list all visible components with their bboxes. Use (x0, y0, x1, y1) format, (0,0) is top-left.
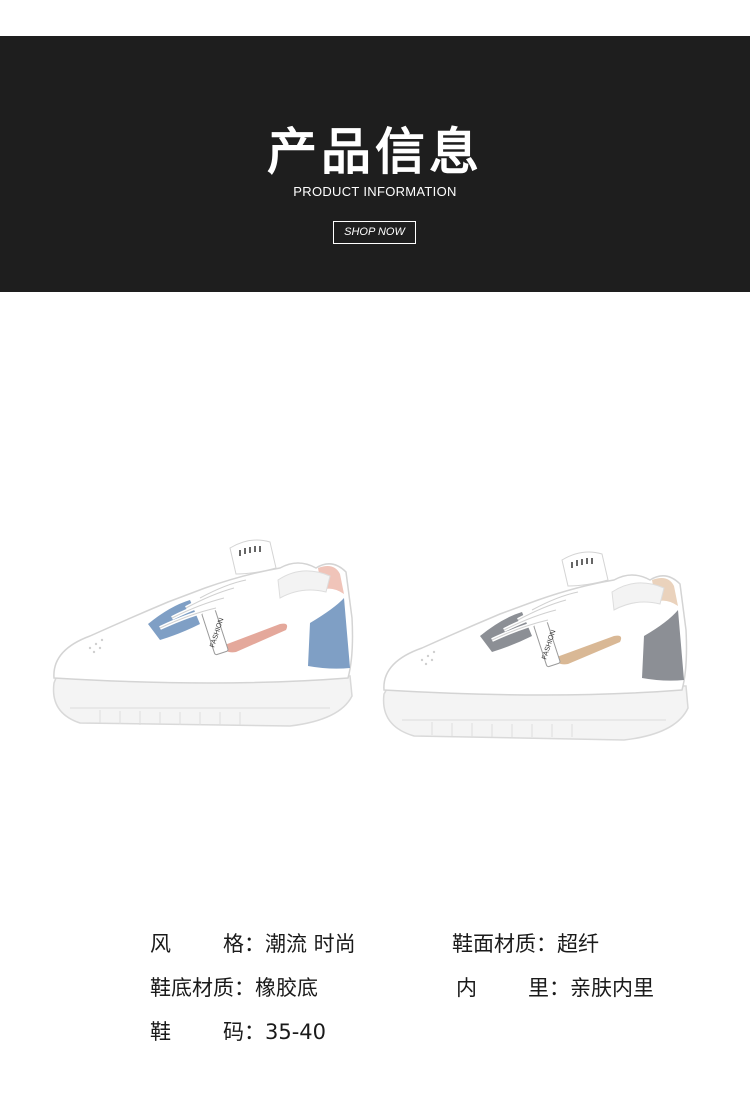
spec-label-char: 内 (456, 976, 477, 1000)
spec-value: 超纤 (557, 932, 599, 956)
spec-lining: 内 里：亲肤内里 (456, 972, 654, 1002)
spec-label-char: 里 (528, 976, 549, 1000)
spec-value: 亲肤内里 (570, 976, 654, 1000)
spec-label-char: 鞋 (150, 1020, 171, 1044)
shop-now-button[interactable]: SHOP NOW (333, 221, 416, 244)
spec-label: 鞋面材质 (452, 932, 536, 956)
product-specs: 风格：潮流 时尚 鞋面材质：超纤 鞋底材质：橡胶底 内里：亲肤内里 鞋码：35-… (0, 910, 750, 1070)
product-image-area: FASHION FASHION (0, 292, 750, 912)
spec-upper-material: 鞋面材质：超纤 (452, 928, 599, 958)
sneaker-grey-beige-image: FASHION (382, 551, 689, 741)
spec-separator: ： (244, 1020, 265, 1044)
spec-separator: ： (234, 976, 255, 1000)
banner-title: 产品信息 (267, 123, 483, 181)
spec-separator: ： (244, 932, 265, 956)
spec-label: 鞋底材质 (150, 976, 234, 1000)
top-strip (0, 0, 750, 36)
spec-value: 潮流 时尚 (265, 932, 356, 956)
sneaker-blue-pink-image: FASHION (52, 539, 354, 727)
spec-label-char: 码 (223, 1020, 244, 1044)
spec-value: 35-40 (265, 1020, 327, 1044)
banner-subtitle: PRODUCT INFORMATION (293, 184, 457, 199)
spec-separator: ： (549, 976, 570, 1000)
spec-sole-material: 鞋底材质：橡胶底 (150, 972, 318, 1002)
spec-style: 风 格：潮流 时尚 (150, 928, 356, 958)
info-banner: 产品信息 PRODUCT INFORMATION SHOP NOW (0, 36, 750, 292)
spec-separator: ： (536, 932, 557, 956)
spec-label-char: 格 (223, 932, 244, 956)
spec-label-char: 风 (150, 932, 171, 956)
spec-size: 鞋 码：35-40 (150, 1016, 326, 1046)
spec-value: 橡胶底 (255, 976, 318, 1000)
